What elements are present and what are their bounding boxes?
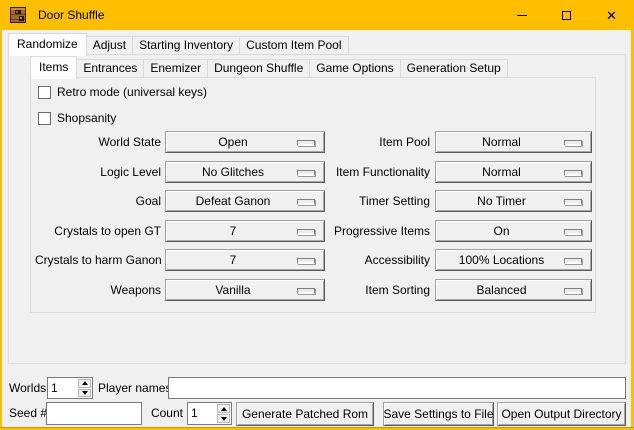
dropdown-indicator-icon — [564, 229, 582, 235]
count-label: Count — [145, 402, 183, 424]
shopsanity-option: Shopsanity — [38, 111, 116, 125]
item-functionality-dropdown[interactable]: Normal — [435, 161, 592, 183]
maximize-icon — [562, 11, 571, 20]
window-border-left — [0, 0, 2, 430]
player-names-input[interactable] — [168, 377, 626, 399]
tab-adjust[interactable]: Adjust — [86, 36, 133, 55]
tab-starting-inventory[interactable]: Starting Inventory — [132, 36, 240, 55]
door-icon — [10, 7, 26, 23]
minimize-button[interactable] — [499, 0, 544, 30]
worlds-spin-down-icon[interactable] — [78, 389, 91, 398]
worlds-spinbox[interactable]: 1 — [47, 377, 93, 399]
timer-setting-dropdown[interactable]: No Timer — [435, 190, 592, 212]
tab-enemizer[interactable]: Enemizer — [143, 59, 208, 78]
progressive-items-label: Progressive Items — [300, 220, 430, 242]
app-window: Door Shuffle ✕ Randomize Adjust Starting… — [0, 0, 634, 430]
worlds-spin-up-icon[interactable] — [78, 379, 91, 388]
shopsanity-checkbox[interactable] — [38, 112, 51, 125]
progressive-items-dropdown[interactable]: On — [435, 220, 592, 242]
tab-generation-setup[interactable]: Generation Setup — [400, 59, 508, 78]
seed-input[interactable] — [46, 402, 142, 425]
tab-custom-item-pool[interactable]: Custom Item Pool — [239, 36, 348, 55]
generate-patched-rom-button[interactable]: Generate Patched Rom — [236, 402, 374, 426]
dropdown-indicator-icon — [564, 288, 582, 294]
save-settings-button[interactable]: Save Settings to File — [383, 402, 494, 426]
item-pool-label: Item Pool — [300, 131, 430, 153]
minimize-icon — [517, 15, 527, 16]
item-sorting-dropdown[interactable]: Balanced — [435, 279, 592, 301]
close-icon: ✕ — [606, 9, 617, 22]
tab-randomize[interactable]: Randomize — [8, 33, 87, 56]
retro-mode-label: Retro mode (universal keys) — [57, 85, 207, 99]
tab-dungeon-shuffle[interactable]: Dungeon Shuffle — [207, 59, 310, 78]
retro-mode-checkbox[interactable] — [38, 86, 51, 99]
tab-entrances[interactable]: Entrances — [76, 59, 144, 78]
worlds-label: Worlds — [9, 377, 46, 399]
weapons-label: Weapons — [35, 279, 161, 301]
window-controls: ✕ — [499, 0, 634, 30]
shopsanity-label: Shopsanity — [57, 111, 116, 125]
logic-level-label: Logic Level — [35, 161, 161, 183]
count-spin-up-icon[interactable] — [217, 404, 230, 413]
dropdown-indicator-icon — [564, 140, 582, 146]
dropdown-indicator-icon — [564, 199, 582, 205]
retro-mode-option: Retro mode (universal keys) — [38, 85, 207, 99]
accessibility-label: Accessibility — [300, 249, 430, 271]
count-spinbox[interactable]: 1 — [187, 402, 232, 425]
crystals-gt-label: Crystals to open GT — [35, 220, 161, 242]
tab-items[interactable]: Items — [30, 56, 77, 79]
maximize-button[interactable] — [544, 0, 589, 30]
crystals-ganon-label: Crystals to harm Ganon — [35, 249, 161, 271]
close-button[interactable]: ✕ — [589, 0, 634, 30]
open-output-directory-button[interactable]: Open Output Directory — [497, 402, 626, 426]
title-bar[interactable]: Door Shuffle ✕ — [0, 0, 634, 30]
item-functionality-label: Item Functionality — [300, 161, 430, 183]
count-spin-down-icon[interactable] — [217, 414, 230, 423]
item-pool-dropdown[interactable]: Normal — [435, 131, 592, 153]
goal-label: Goal — [35, 190, 161, 212]
dropdown-indicator-icon — [564, 170, 582, 176]
world-state-label: World State — [35, 131, 161, 153]
primary-tab-bar: Randomize Adjust Starting Inventory Cust… — [8, 33, 348, 55]
seed-label: Seed # — [9, 402, 47, 424]
window-title: Door Shuffle — [38, 8, 105, 22]
timer-setting-label: Timer Setting — [300, 190, 430, 212]
dropdown-indicator-icon — [564, 258, 582, 264]
accessibility-dropdown[interactable]: 100% Locations — [435, 249, 592, 271]
item-sorting-label: Item Sorting — [300, 279, 430, 301]
tab-game-options[interactable]: Game Options — [309, 59, 400, 78]
secondary-tab-bar: Items Entrances Enemizer Dungeon Shuffle… — [30, 56, 507, 78]
player-names-label: Player names — [98, 377, 171, 399]
